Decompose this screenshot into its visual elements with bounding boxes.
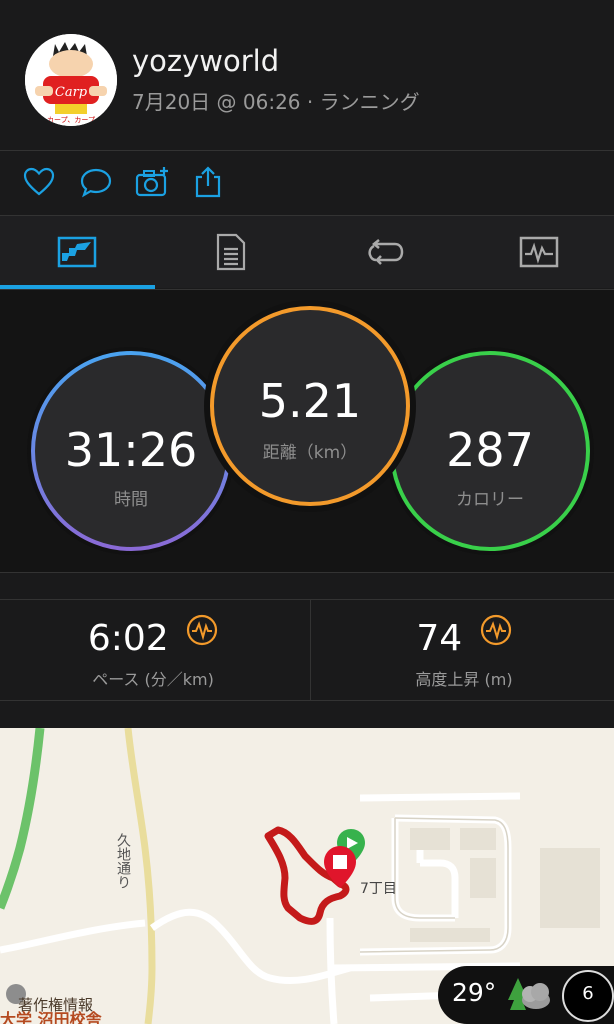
charts-tab[interactable] (462, 216, 614, 288)
distance-value: 5.21 (258, 374, 362, 428)
divider (0, 572, 614, 573)
laps-tab[interactable] (308, 216, 461, 288)
distance-stat: 5.21 距離（km） (204, 300, 416, 512)
tab-bar (0, 216, 614, 288)
avatar-image: Carp カープ、カープ (25, 34, 117, 126)
divider (0, 700, 614, 701)
pace-metric[interactable]: 6:02 ペース (分／km) (0, 600, 306, 700)
weather-widget[interactable]: 29° 6 (438, 966, 614, 1024)
elevation-value: 74 (311, 614, 614, 659)
elevation-metric[interactable]: 74 高度上昇 (m) (311, 600, 614, 700)
charts-icon (519, 236, 558, 268)
pace-label: ペース (分／km) (92, 670, 214, 689)
place-label: 大学 沼田校舎 (0, 1010, 102, 1024)
pace-value: 6:02 (0, 614, 306, 659)
add-photo-icon[interactable] (135, 165, 169, 199)
svg-text:カープ、カープ: カープ、カープ (47, 116, 95, 124)
wind-value: 6 (582, 983, 594, 1004)
end-marker-icon[interactable] (321, 844, 359, 890)
details-tab[interactable] (154, 216, 307, 288)
action-bar (0, 151, 614, 215)
activity-meta: 7月20日 @ 06:26 · ランニング (132, 90, 420, 114)
avatar[interactable]: Carp カープ、カープ (25, 34, 117, 126)
details-icon (216, 233, 245, 271)
comment-icon[interactable] (79, 165, 113, 199)
stats-panel: 31:26 時間 287 カロリー 5.21 距離（km） (0, 290, 614, 572)
share-icon[interactable] (191, 165, 225, 199)
username[interactable]: yozyworld (132, 44, 279, 78)
pace-chart-icon (187, 614, 218, 646)
activity-header: Carp カープ、カープ yozyworld 7月20日 @ 06:26 · ラ… (0, 0, 614, 150)
heart-icon[interactable] (22, 165, 56, 199)
metrics-row: 6:02 ペース (分／km) 74 高度上昇 (m) (0, 600, 614, 700)
overview-icon (57, 236, 96, 268)
area-label: 7丁目 (360, 881, 397, 897)
laps-icon (367, 239, 403, 265)
weather-icon (508, 978, 550, 1010)
svg-text:Carp: Carp (55, 85, 88, 100)
temperature: 29° (452, 978, 497, 1007)
elevation-chart-icon (480, 614, 511, 646)
distance-label: 距離（km） (262, 443, 358, 463)
elevation-label: 高度上昇 (m) (415, 670, 513, 689)
road-label: 久地通り (115, 833, 131, 889)
overview-tab[interactable] (0, 216, 153, 288)
